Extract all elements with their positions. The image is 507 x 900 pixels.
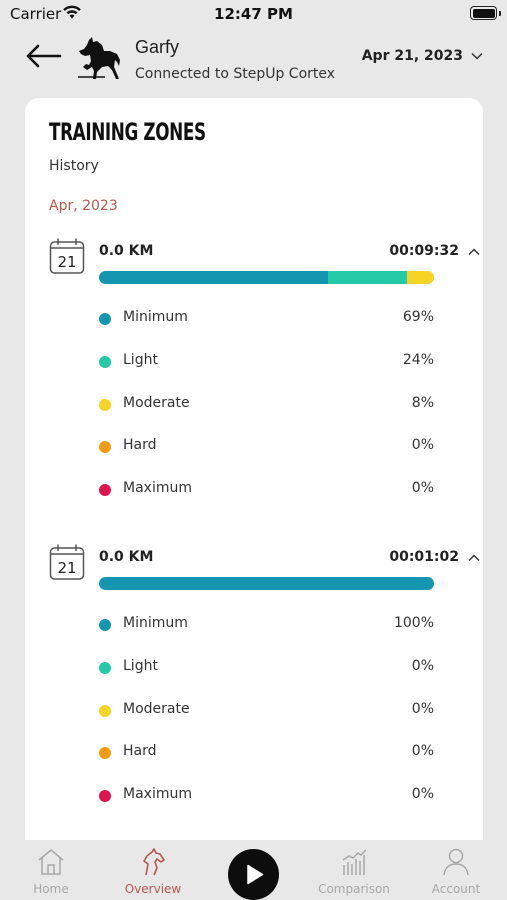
zone-percent: 0% <box>411 700 434 717</box>
zone-name: Maximum <box>123 786 192 803</box>
horse-name: Garfy <box>135 37 180 57</box>
zone-percent: 0% <box>411 657 434 674</box>
zone-row: Moderate 0% <box>99 699 434 742</box>
battery-tip <box>499 11 501 16</box>
zone-name: Moderate <box>123 394 190 411</box>
chevron-down-icon <box>471 52 483 60</box>
user-icon <box>443 848 469 876</box>
zone-bar-segment-minimum <box>99 271 328 284</box>
zone-dot-icon <box>99 398 111 411</box>
zone-dot-icon <box>99 661 111 674</box>
zone-list: Minimum 69% Light 24% Moderate 8% Hard 0% Maximu… <box>99 307 434 521</box>
zone-percent: 24% <box>402 351 434 368</box>
zone-list: Minimum 100% Light 0% Moderate 0% Hard 0% Maximu… <box>99 613 434 827</box>
home-icon <box>38 849 64 875</box>
zone-bar-segment-moderate <box>407 271 434 284</box>
zone-row: Light 0% <box>99 656 434 699</box>
zone-name: Light <box>123 657 158 674</box>
play-icon <box>247 864 264 885</box>
tab-home-label: Home <box>33 882 69 896</box>
zone-row: Hard 0% <box>99 741 434 784</box>
zone-row: Minimum 100% <box>99 613 434 656</box>
date-selector-label: Apr 21, 2023 <box>361 48 463 64</box>
zone-percent: 0% <box>411 786 434 803</box>
header: Garfy Connected to StepUp Cortex Apr 21,… <box>0 30 507 90</box>
card-subtitle: History <box>49 158 99 174</box>
calendar-icon: 21 <box>49 237 85 275</box>
battery-icon <box>470 6 497 20</box>
tab-bar: Home Overview Comparison Account <box>0 840 507 900</box>
calendar-day: 21 <box>57 559 76 577</box>
chevron-up-icon[interactable] <box>465 243 483 261</box>
zone-row: Maximum 0% <box>99 784 434 827</box>
zone-dot-icon <box>99 441 111 454</box>
session-duration: 00:01:02 <box>389 549 459 565</box>
zone-dot-icon <box>99 704 111 717</box>
zone-percent: 0% <box>411 743 434 760</box>
zone-name: Minimum <box>123 309 188 325</box>
zone-name: Moderate <box>123 700 190 717</box>
bar-chart-icon <box>342 849 367 875</box>
play-button[interactable] <box>228 849 279 900</box>
horse-logo-icon <box>75 34 123 82</box>
zone-name: Minimum <box>123 615 188 631</box>
card-title: TRAINING ZONES <box>49 118 206 146</box>
session-distance: 0.0 KM <box>99 243 154 259</box>
zone-bar-segment-light <box>327 271 408 284</box>
clock: 12:47 PM <box>214 5 293 23</box>
calendar-day: 21 <box>57 253 76 271</box>
month-label: Apr, 2023 <box>49 198 118 214</box>
zone-row: Minimum 69% <box>99 307 434 350</box>
zone-dot-icon <box>99 790 111 803</box>
zone-progress-bar <box>99 271 434 284</box>
chevron-up-icon[interactable] <box>465 549 483 567</box>
zone-name: Hard <box>123 437 157 454</box>
status-bar: Carrier 12:47 PM <box>0 0 507 30</box>
zone-dot-icon <box>99 484 111 497</box>
connection-status: Connected to StepUp Cortex <box>135 66 336 82</box>
zone-row: Maximum 0% <box>99 478 434 521</box>
zone-dot-icon <box>99 747 111 760</box>
zone-dot-icon <box>99 313 111 325</box>
zone-name: Light <box>123 351 158 368</box>
zone-percent: 100% <box>393 615 434 631</box>
back-arrow-icon[interactable] <box>24 42 64 70</box>
zone-name: Hard <box>123 743 157 760</box>
session-distance: 0.0 KM <box>99 549 154 565</box>
zone-percent: 0% <box>411 480 434 497</box>
zone-percent: 69% <box>402 309 434 325</box>
zone-row: Moderate 8% <box>99 393 434 436</box>
tab-comparison[interactable]: Comparison <box>314 848 394 896</box>
zone-name: Maximum <box>123 480 192 497</box>
zone-percent: 0% <box>411 437 434 454</box>
session-duration: 00:09:32 <box>389 243 459 259</box>
zone-dot-icon <box>99 619 111 631</box>
tab-overview[interactable]: Overview <box>113 848 193 896</box>
calendar-icon: 21 <box>49 543 85 581</box>
tab-comparison-label: Comparison <box>318 882 390 896</box>
zone-dot-icon <box>99 355 111 368</box>
zone-percent: 8% <box>411 394 434 411</box>
tab-overview-label: Overview <box>124 882 182 896</box>
tab-home[interactable]: Home <box>11 848 91 896</box>
zone-row: Light 24% <box>99 350 434 393</box>
tab-account-label: Account <box>431 882 481 896</box>
zone-progress-bar <box>99 577 434 590</box>
tab-account[interactable]: Account <box>416 848 496 896</box>
horse-head-icon <box>143 848 165 876</box>
zone-bar-segment-minimum <box>99 577 434 590</box>
zone-row: Hard 0% <box>99 435 434 478</box>
training-zones-card: TRAINING ZONES History Apr, 2023 21 0.0 … <box>25 98 483 858</box>
date-selector[interactable]: Apr 21, 2023 <box>362 48 483 64</box>
